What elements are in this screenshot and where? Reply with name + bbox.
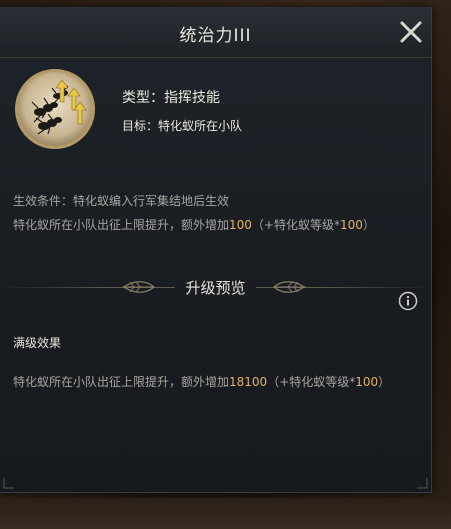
max-level-label: 满级效果 — [13, 336, 62, 350]
max-effect-prefix: 特化蚁所在小队出征上限提升，额外增加 — [13, 375, 230, 389]
condition-text: 特化蚁编入行军集结地后生效 — [73, 194, 230, 208]
skill-type-label: 类型： — [122, 90, 164, 106]
effect-value: 100 — [229, 218, 252, 232]
skill-target: 目标：特化蚁所在小队 — [122, 117, 242, 134]
close-icon[interactable] — [394, 15, 428, 49]
effect-multiplier: 100 — [339, 218, 363, 232]
corner-ornament-icon — [417, 478, 428, 489]
corner-ornament-icon — [3, 478, 14, 489]
dialog-header: 统治力III — [0, 7, 431, 58]
skill-type-value: 指挥技能 — [164, 90, 220, 106]
max-level-effect: 特化蚁所在小队出征上限提升，额外增加18100（+特化蚁等级*100） — [13, 373, 390, 390]
skill-detail-dialog: 统治力III 类型：指挥技能 目标：特化蚁所在小队 生效条件：特化蚁编入行军集结… — [0, 7, 432, 493]
leaf-ornament-right-icon — [273, 281, 306, 293]
skill-type: 类型：指挥技能 — [122, 87, 220, 107]
ant-squad-skill-icon — [15, 69, 95, 149]
activation-condition: 生效条件：特化蚁编入行军集结地后生效 — [13, 192, 229, 209]
max-effect-paren-close: ） — [378, 375, 391, 389]
effect-paren-open: （+特化蚁等级* — [251, 218, 340, 232]
upgrade-preview-title-text: 升级预览 — [175, 279, 256, 297]
background-scene — [0, 498, 451, 529]
skill-target-label: 目标： — [122, 119, 159, 133]
current-effect: 特化蚁所在小队出征上限提升，额外增加100（+特化蚁等级*100） — [13, 216, 375, 233]
upgrade-preview-title: 升级预览 — [0, 277, 431, 298]
max-effect-paren-open: （+特化蚁等级* — [267, 375, 356, 389]
skill-target-value: 特化蚁所在小队 — [158, 119, 243, 133]
info-icon[interactable] — [398, 291, 418, 311]
dialog-title: 统治力III — [179, 26, 252, 46]
max-effect-value: 18100 — [229, 375, 268, 389]
effect-prefix: 特化蚁所在小队出征上限提升，额外增加 — [13, 218, 230, 232]
condition-label: 生效条件： — [13, 194, 74, 208]
max-effect-multiplier: 100 — [355, 375, 379, 389]
effect-paren-close: ） — [362, 218, 375, 232]
